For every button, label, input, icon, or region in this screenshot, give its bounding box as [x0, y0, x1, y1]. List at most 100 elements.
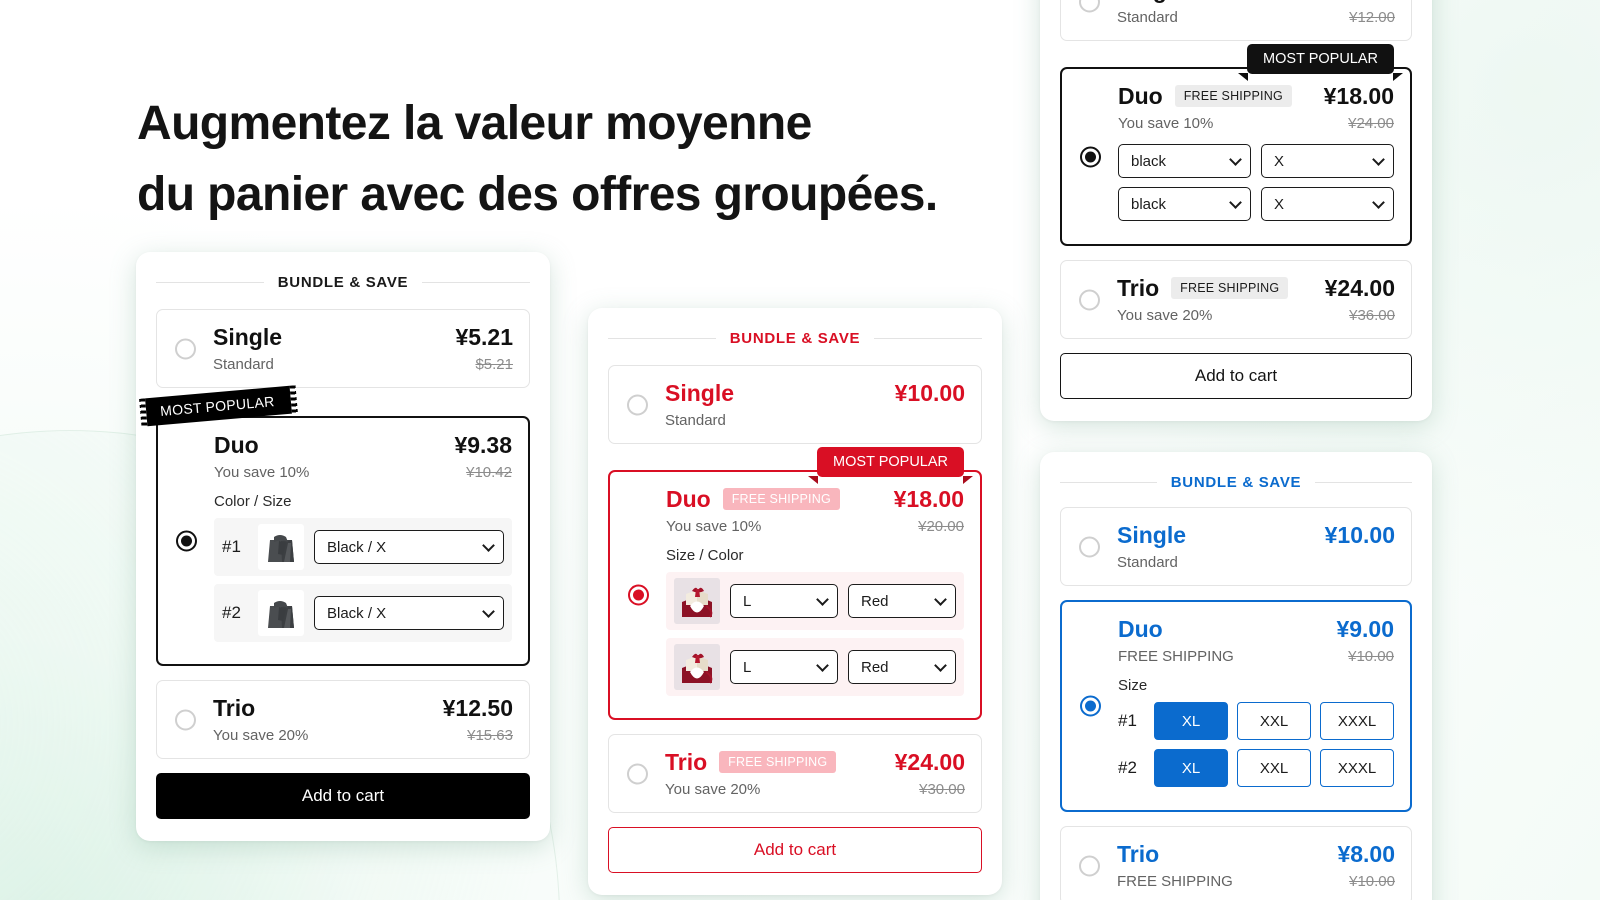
radio-trio[interactable] — [627, 763, 648, 784]
option-name: Trio — [1117, 275, 1160, 301]
size-button-group-1: XL XXL XXXL — [1154, 702, 1394, 740]
most-popular-ribbon: MOST POPULAR — [817, 447, 964, 477]
variant-row: #1 XL XXL XXXL — [1118, 702, 1394, 740]
option-name: Trio — [1117, 841, 1160, 867]
option-name: Duo — [666, 486, 711, 512]
chevron-down-icon — [1229, 196, 1242, 209]
bundle-save-label: BUNDLE & SAVE — [729, 330, 861, 347]
bundle-option-single[interactable]: Single ¥5.21 Standard $5.21 — [156, 309, 530, 388]
option-price: ¥10.00 — [1325, 0, 1395, 4]
option-name: Duo — [1118, 616, 1163, 642]
variant-size-select-2[interactable]: X — [1261, 187, 1394, 221]
add-to-cart-button[interactable]: Add to cart — [156, 773, 530, 819]
size-button-xl[interactable]: XL — [1154, 702, 1228, 740]
option-compare-price: ¥15.63 — [467, 727, 513, 744]
add-to-cart-button[interactable]: Add to cart — [1060, 353, 1412, 399]
radio-single[interactable] — [627, 394, 648, 415]
variant-index: #2 — [222, 603, 241, 622]
option-subtitle: Standard — [213, 356, 274, 373]
variant-size-select-2[interactable]: L — [730, 650, 838, 684]
variant-select-value: X — [1274, 152, 1285, 170]
bundle-card-red: BUNDLE & SAVE Single ¥10.00 Standard MOS… — [588, 308, 1002, 895]
chevron-down-icon — [482, 539, 495, 552]
variant-select-2[interactable]: Black / X — [314, 596, 504, 630]
option-price: ¥24.00 — [1324, 275, 1395, 301]
option-subtitle: You save 10% — [214, 464, 310, 481]
variant-color-select-1[interactable]: Red — [848, 584, 956, 618]
variant-color-select-2[interactable]: black — [1118, 187, 1251, 221]
radio-single[interactable] — [1079, 536, 1100, 557]
divider-right — [874, 338, 982, 339]
headline-line-1: Augmentez la valeur moyenne — [137, 97, 812, 150]
radio-single[interactable] — [1079, 0, 1100, 12]
bundle-option-duo[interactable]: MOST POPULAR Duo ¥9.38 You save 10% ¥10.… — [145, 385, 530, 666]
variant-size-select-1[interactable]: L — [730, 584, 838, 618]
variant-select-1[interactable]: Black / X — [314, 530, 504, 564]
option-name: Duo — [1118, 83, 1163, 109]
bundle-option-single[interactable]: Single ¥10.00 Standard — [608, 365, 982, 444]
free-shipping-badge: FREE SHIPPING — [1174, 85, 1292, 108]
size-button-xxl[interactable]: XXL — [1237, 702, 1311, 740]
variant-row: L Red — [666, 638, 964, 696]
page-title: Augmentez la valeur moyenne du panier av… — [137, 88, 1037, 230]
bundle-save-label: BUNDLE & SAVE — [1170, 474, 1302, 491]
option-compare-price: ¥30.00 — [919, 781, 965, 798]
radio-single[interactable] — [175, 338, 196, 359]
size-button-xxl[interactable]: XXL — [1237, 749, 1311, 787]
chevron-down-icon — [934, 593, 947, 606]
bundle-card-top-right: BUNDLE & SAVE Duo ¥18.00 You save 10% ¥2… — [1040, 0, 1432, 421]
option-subtitle: You save 10% — [666, 518, 762, 535]
bundle-option-duo[interactable]: MOST POPULAR Duo FREE SHIPPING ¥18.00 Yo… — [608, 447, 982, 720]
variant-color-select-2[interactable]: Red — [848, 650, 956, 684]
option-name: Single — [1117, 0, 1186, 3]
radio-duo[interactable] — [1080, 695, 1101, 717]
bundle-option-duo[interactable]: MOST POPULAR Duo FREE SHIPPING ¥18.00 Yo… — [1060, 44, 1412, 246]
variant-select-value: X — [1274, 195, 1285, 213]
option-compare-price: ¥20.00 — [918, 518, 964, 535]
add-to-cart-button[interactable]: Add to cart — [608, 827, 982, 873]
variant-row: L Red — [666, 572, 964, 630]
bundle-option-single[interactable]: Single ¥10.00 Standard — [1060, 507, 1412, 586]
bundle-option-trio[interactable]: Trio ¥8.00 FREE SHIPPING ¥10.00 — [1060, 826, 1412, 900]
radio-duo[interactable] — [176, 530, 197, 552]
size-button-xxxl[interactable]: XXXL — [1320, 702, 1394, 740]
option-name: Trio — [213, 695, 256, 721]
chevron-down-icon — [816, 659, 829, 672]
free-shipping-badge: FREE SHIPPING — [722, 488, 840, 511]
option-price: ¥9.38 — [454, 432, 512, 458]
variant-label: Color / Size — [214, 493, 292, 510]
variant-select-value: Red — [861, 592, 889, 610]
bundle-option-trio[interactable]: Trio ¥12.50 You save 20% ¥15.63 — [156, 680, 530, 759]
radio-trio[interactable] — [1079, 289, 1100, 310]
bundle-option-trio[interactable]: Trio FREE SHIPPING ¥24.00 You save 20% ¥… — [608, 734, 982, 813]
free-shipping-badge: FREE SHIPPING — [1171, 277, 1289, 300]
chevron-down-icon — [1372, 196, 1385, 209]
option-price: ¥5.21 — [455, 324, 513, 350]
bundle-option-single[interactable]: Single ¥10.00 Standard ¥12.00 — [1060, 0, 1412, 41]
option-subtitle: You save 20% — [1117, 307, 1213, 324]
option-compare-price: $5.21 — [475, 356, 513, 373]
bundle-option-trio[interactable]: Trio FREE SHIPPING ¥24.00 You save 20% ¥… — [1060, 260, 1412, 339]
headline-line-2: du panier avec des offres groupées. — [137, 168, 938, 222]
radio-duo[interactable] — [1080, 146, 1101, 167]
option-name: Single — [213, 324, 283, 350]
option-price: ¥24.00 — [894, 749, 965, 775]
bundle-card-blue: BUNDLE & SAVE Single ¥10.00 Standard Duo — [1040, 452, 1432, 900]
variant-size-select-1[interactable]: X — [1261, 144, 1394, 178]
variant-color-select-1[interactable]: black — [1118, 144, 1251, 178]
option-subtitle: You save 10% — [1118, 115, 1214, 132]
bundle-option-duo[interactable]: Duo ¥9.00 FREE SHIPPING ¥10.00 Size #1 X… — [1060, 600, 1412, 812]
size-button-xxxl[interactable]: XXXL — [1320, 749, 1394, 787]
variant-row: #2 Black / X — [214, 584, 512, 642]
size-button-xl[interactable]: XL — [1154, 749, 1228, 787]
radio-trio[interactable] — [1079, 855, 1100, 876]
divider-left — [156, 282, 264, 283]
option-compare-price: ¥10.00 — [1349, 873, 1395, 890]
size-button-group-2: XL XXL XXXL — [1154, 749, 1394, 787]
chevron-down-icon — [482, 605, 495, 618]
option-subtitle: You save 20% — [213, 727, 309, 744]
radio-duo[interactable] — [628, 584, 649, 606]
radio-trio[interactable] — [175, 709, 196, 730]
chevron-down-icon — [1372, 153, 1385, 166]
most-popular-ribbon: MOST POPULAR — [145, 385, 292, 427]
